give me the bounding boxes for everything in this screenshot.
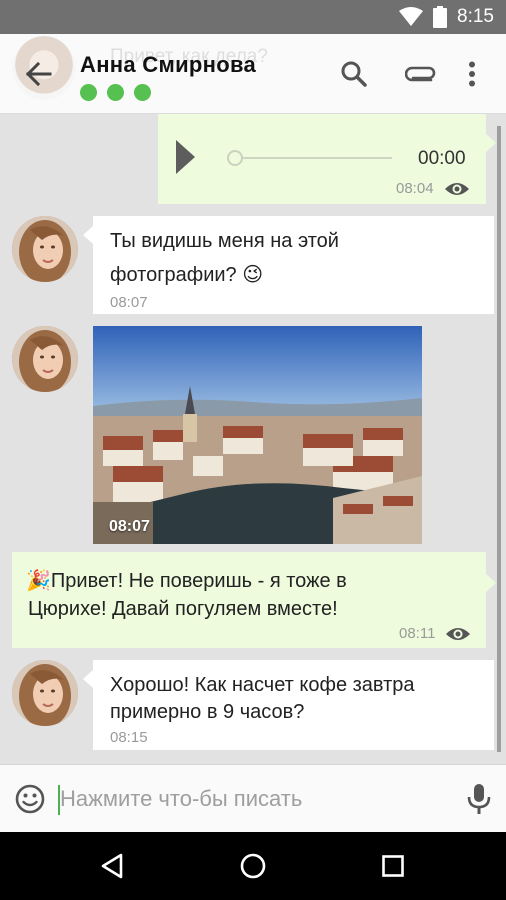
bubble-tail [486, 134, 496, 152]
message-time: 08:11 [399, 625, 436, 642]
mic-button[interactable] [466, 783, 492, 815]
nav-recents-icon [382, 855, 404, 877]
back-button[interactable] [18, 56, 58, 92]
contact-name[interactable]: Анна Смирнова [80, 52, 256, 78]
seen-eye-icon [445, 183, 469, 195]
avatar-photo [12, 216, 78, 282]
message-line: Ты видишь меня на этой [110, 230, 339, 252]
message-time: 08:07 [110, 294, 148, 311]
more-button[interactable] [452, 56, 492, 92]
wink-emoji: 😉 [242, 264, 264, 286]
attach-button[interactable] [401, 56, 441, 92]
nav-back-button[interactable] [94, 848, 130, 884]
smiley-icon [15, 784, 45, 814]
paperclip-icon [405, 66, 436, 82]
nav-home-button[interactable] [235, 848, 271, 884]
emoji-button[interactable] [14, 783, 46, 815]
play-icon[interactable] [176, 140, 195, 174]
message-line: фотографии? 😉 [110, 258, 263, 292]
scrollbar[interactable] [497, 126, 501, 752]
battery-icon [433, 6, 448, 28]
audio-progress-knob[interactable] [227, 150, 243, 166]
audio-progress-track[interactable] [242, 157, 392, 159]
status-time: 8:15 [457, 6, 494, 27]
back-arrow-icon [25, 61, 52, 87]
nav-home-icon [240, 853, 266, 879]
city-photo [93, 326, 422, 544]
status-bar: 8:15 [0, 0, 506, 34]
compose-bar [0, 764, 506, 832]
navigation-bar [0, 832, 506, 900]
message-line-text: Привет! Не поверишь - я тоже в [50, 570, 347, 592]
message-bubble[interactable]: Хорошо! Как насчет кофе завтра примерно … [83, 660, 494, 750]
more-vert-icon [469, 61, 475, 87]
message-bubble[interactable]: Ты видишь меня на этой фотографии? 😉 08:… [83, 216, 494, 314]
presence-dot [134, 84, 151, 101]
image-time: 08:07 [109, 518, 150, 535]
message-time: 08:15 [110, 729, 148, 746]
wifi-icon [399, 7, 424, 26]
party-emoji: 🎉 [26, 570, 51, 592]
audio-duration: 00:00 [418, 148, 466, 169]
message-bubble[interactable]: 🎉Привет! Не поверишь - я тоже в Цюрихе! … [12, 552, 496, 648]
nav-back-icon [101, 853, 123, 879]
nav-recents-button[interactable] [375, 848, 411, 884]
seen-eye-icon [446, 628, 470, 640]
chat-header: Привет, как дела? Анна Смирнова [0, 34, 506, 114]
message-line-text: фотографии? [110, 264, 237, 286]
bubble-tail [83, 670, 93, 688]
microphone-icon [467, 784, 491, 814]
bubble-tail [83, 226, 93, 244]
bubble-tail [486, 574, 496, 592]
message-line: Цюрихе! Давай погуляем вместе! [28, 598, 338, 620]
avatar-photo [12, 326, 78, 392]
presence-dot [107, 84, 124, 101]
message-time: 08:04 [396, 180, 434, 197]
message-list[interactable]: 00:00 08:04 Ты видишь меня на этой фотог… [0, 114, 506, 764]
search-icon [341, 61, 367, 87]
message-input[interactable] [60, 779, 440, 819]
contact-avatar[interactable] [12, 216, 78, 282]
contact-avatar[interactable] [12, 660, 78, 726]
avatar-photo [12, 660, 78, 726]
search-button[interactable] [334, 56, 374, 92]
message-line: примерно в 9 часов? [110, 701, 305, 723]
contact-avatar[interactable] [12, 326, 78, 392]
presence-dot [80, 84, 97, 101]
presence-indicator [80, 84, 151, 101]
image-message[interactable]: 08:07 [93, 326, 422, 544]
